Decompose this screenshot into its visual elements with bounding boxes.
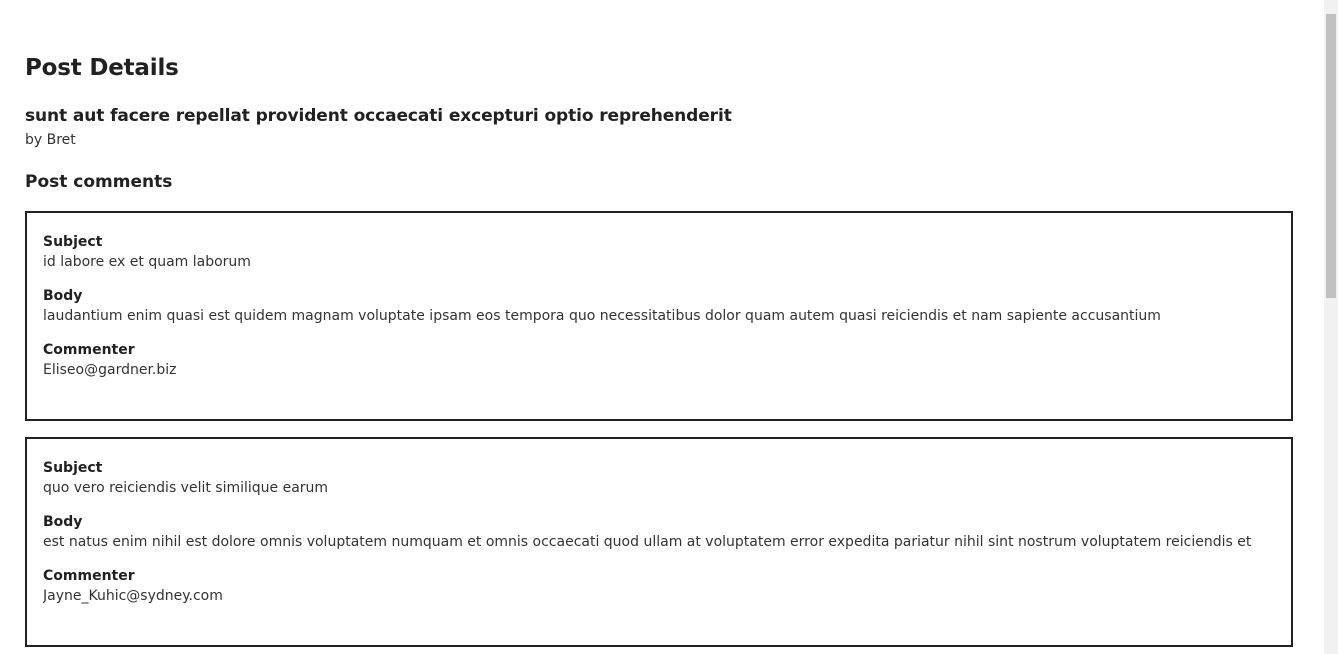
comment-commenter: Jayne_Kuhic@sydney.com <box>43 588 223 604</box>
comment-card: Subject quo vero reiciendis velit simili… <box>25 437 1293 647</box>
subject-label: Subject <box>43 460 103 476</box>
commenter-label: Commenter <box>43 342 135 358</box>
post-title: sunt aut facere repellat provident occae… <box>25 106 732 126</box>
post-details-page: Post Details sunt aut facere repellat pr… <box>25 0 1293 654</box>
post-author: by Bret <box>25 132 76 148</box>
subject-label: Subject <box>43 234 103 250</box>
comments-heading: Post comments <box>25 172 173 192</box>
comment-commenter: Eliseo@gardner.biz <box>43 362 177 378</box>
comment-card: Subject id labore ex et quam laborum Bod… <box>25 211 1293 421</box>
comment-body: laudantium enim quasi est quidem magnam … <box>43 308 1161 324</box>
comment-subject: quo vero reiciendis velit similique earu… <box>43 480 329 496</box>
comment-body: est natus enim nihil est dolore omnis vo… <box>43 534 1252 550</box>
page-title: Post Details <box>25 55 179 81</box>
commenter-label: Commenter <box>43 568 135 584</box>
comment-subject: id labore ex et quam laborum <box>43 254 251 270</box>
body-label: Body <box>43 288 83 304</box>
scrollbar-thumb[interactable] <box>1326 14 1336 298</box>
vertical-scrollbar[interactable] <box>1324 0 1338 654</box>
body-label: Body <box>43 514 83 530</box>
